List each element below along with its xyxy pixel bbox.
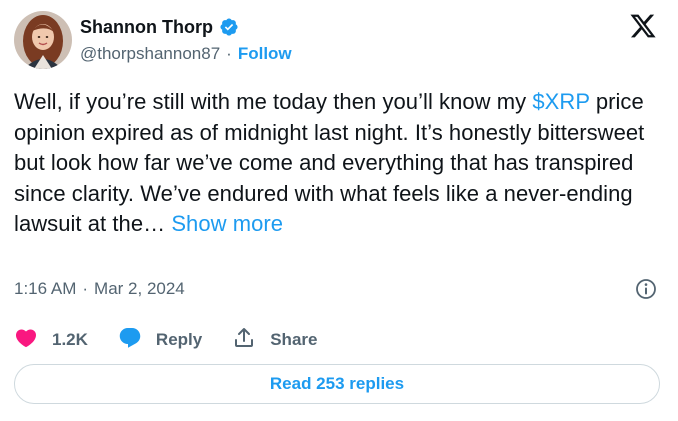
reply-button[interactable]: Reply	[118, 326, 202, 355]
reply-label: Reply	[155, 330, 203, 349]
cashtag-link[interactable]: $XRP	[532, 89, 589, 114]
tweet-timestamp-row: 1:16 AM · Mar 2, 2024	[14, 278, 185, 300]
like-button[interactable]: 1.2K	[14, 326, 88, 355]
tweet-date[interactable]: Mar 2, 2024	[94, 279, 185, 299]
separator-dot: ·	[82, 279, 89, 298]
avatar[interactable]	[14, 11, 72, 69]
tweet-text-before: Well, if you’re still with me today then…	[14, 89, 533, 114]
author-handle[interactable]: @thorpshannon87	[80, 44, 220, 64]
author-name-row: Shannon Thorp	[80, 14, 239, 40]
info-icon[interactable]	[634, 277, 658, 301]
tweet-time[interactable]: 1:16 AM	[14, 279, 76, 299]
show-more-link[interactable]: Show more	[171, 211, 283, 236]
heart-icon	[14, 326, 52, 355]
separator-dot: ·	[226, 44, 232, 63]
speech-bubble-icon	[118, 326, 156, 355]
share-upload-icon	[232, 326, 270, 355]
author-display-name[interactable]: Shannon Thorp	[80, 17, 213, 38]
x-logo-icon[interactable]	[628, 12, 658, 40]
tweet-text: Well, if you’re still with me today then…	[14, 87, 664, 240]
follow-button[interactable]: Follow	[238, 44, 292, 64]
share-label: Share	[270, 330, 318, 349]
share-button[interactable]: Share	[232, 326, 317, 355]
read-replies-button[interactable]: Read 253 replies	[14, 364, 660, 404]
tweet-embed-card: Shannon Thorp @thorpshannon87 · Follow W…	[0, 0, 678, 421]
tweet-actions: 1.2K Reply Share	[14, 325, 347, 355]
author-handle-row: @thorpshannon87 · Follow	[80, 43, 292, 65]
verified-badge-icon	[219, 17, 239, 37]
like-count: 1.2K	[52, 330, 88, 349]
